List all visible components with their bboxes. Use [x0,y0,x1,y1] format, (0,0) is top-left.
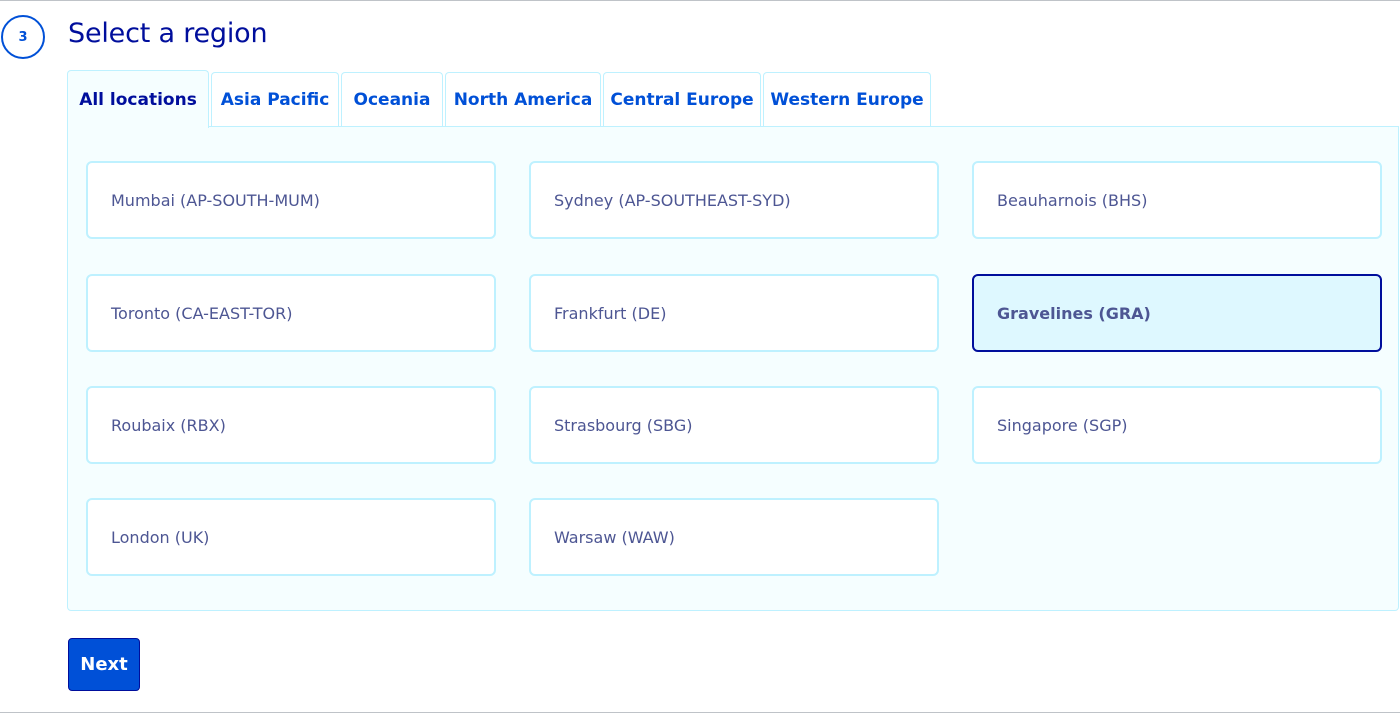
region-card-roubaix[interactable]: Roubaix (RBX) [86,386,496,464]
region-card-singapore[interactable]: Singapore (SGP) [972,386,1382,464]
region-card-mumbai[interactable]: Mumbai (AP-SOUTH-MUM) [86,161,496,239]
region-tabs: All locations Asia Pacific Oceania North… [67,69,933,128]
region-card-london[interactable]: London (UK) [86,498,496,576]
next-button[interactable]: Next [68,638,140,691]
tab-north-america[interactable]: North America [445,72,601,127]
region-card-frankfurt[interactable]: Frankfurt (DE) [529,274,939,352]
region-card-warsaw[interactable]: Warsaw (WAW) [529,498,939,576]
tab-oceania[interactable]: Oceania [341,72,443,127]
tab-central-europe[interactable]: Central Europe [603,72,761,127]
tab-western-europe[interactable]: Western Europe [763,72,931,127]
region-panel: Mumbai (AP-SOUTH-MUM) Sydney (AP-SOUTHEA… [67,126,1399,611]
step-number: 3 [18,29,28,45]
region-card-gravelines[interactable]: Gravelines (GRA) [972,274,1382,352]
tab-all-locations[interactable]: All locations [67,70,209,128]
region-card-sydney[interactable]: Sydney (AP-SOUTHEAST-SYD) [529,161,939,239]
page-frame: 3 Select a region All locations Asia Pac… [0,0,1400,713]
region-card-toronto[interactable]: Toronto (CA-EAST-TOR) [86,274,496,352]
region-card-beauharnois[interactable]: Beauharnois (BHS) [972,161,1382,239]
page-title: Select a region [68,18,268,49]
region-card-strasbourg[interactable]: Strasbourg (SBG) [529,386,939,464]
step-number-badge: 3 [1,15,45,59]
tab-asia-pacific[interactable]: Asia Pacific [211,72,339,127]
